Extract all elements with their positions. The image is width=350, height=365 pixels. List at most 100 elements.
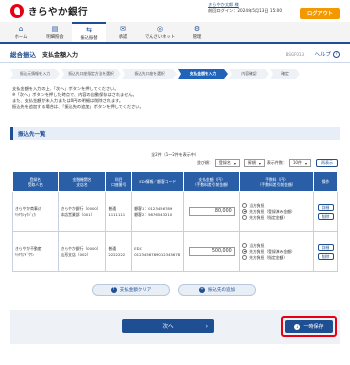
step-1: 振込元情報を入力	[10, 69, 60, 79]
nav-label: でんさいネット	[144, 34, 176, 40]
up-arrow-icon: ↑	[110, 287, 117, 293]
nav-label: ホーム	[14, 34, 28, 40]
statement-icon: ▤	[51, 24, 59, 33]
fee-option[interactable]: 先方負担（登録済み金額）	[242, 249, 311, 254]
nav-home[interactable]: ⌂ ホーム	[4, 22, 38, 42]
nav-label: 明細照会	[46, 34, 64, 40]
delete-button[interactable]: 削除	[317, 252, 334, 260]
approval-icon: ✉	[120, 24, 126, 33]
fee-option[interactable]: 当方負担	[242, 243, 311, 248]
sort-field-select[interactable]: 登録名	[214, 159, 240, 167]
col-header-account: 科目 口座番号	[105, 171, 133, 192]
sort-label: 並び順：	[196, 160, 213, 165]
logout-button[interactable]: ログアウト	[300, 8, 340, 19]
radio-icon[interactable]	[242, 202, 248, 208]
fee-option[interactable]: 当方負担	[242, 203, 311, 208]
cell-bank: きらやか銀行（0000） 山形支店（002）	[57, 231, 107, 272]
page-subtitle: 支払金額入力	[42, 51, 79, 59]
cell-amount: 500,000	[183, 231, 241, 272]
step-6: 確定	[270, 69, 300, 79]
nav-label: 振込振替	[80, 35, 98, 41]
download-icon: ↓	[294, 323, 301, 330]
payee-name: ｷﾗﾔｶｼｮｳｼﾞ(ｶ	[15, 211, 36, 217]
payee-name: ｷﾗﾔｶﾌﾄﾞｳｻﾝ	[15, 251, 34, 257]
cell-fee: 当方負担 先方負担（登録済み金額） 先方負担（指定金額）	[239, 231, 314, 272]
col-header-ops: 操作	[313, 171, 338, 192]
cell-account: 普通 1111111	[105, 191, 133, 232]
transfer-icon: ⇆	[86, 25, 92, 34]
help-icon: ?	[333, 50, 340, 58]
result-count: 全2件（1〜2件を表示中）	[151, 152, 199, 157]
add-payee-button[interactable]: + 振込先の追加	[178, 284, 256, 296]
payee-table: 登録名 受取人名 金融機関名 支店名 科目 口座番号 EDI情報／顧客コード 支払金額…	[12, 171, 338, 272]
table-header-row: 登録名 受取人名 金融機関名 支店名 科目 口座番号 EDI情報／顧客コード 支払金額…	[12, 171, 338, 192]
fee-option[interactable]: 先方負担（指定金額）	[242, 215, 311, 221]
nav-label: 承認	[118, 34, 128, 40]
fee-option[interactable]: 先方負担（指定金額）	[242, 255, 311, 261]
bank-logo[interactable]: きらやか銀行	[10, 4, 88, 18]
cell-name: きらやか不動産 ｷﾗﾔｶﾌﾄﾞｳｻﾝ	[12, 231, 59, 272]
temp-save-button[interactable]: ↓ 一時保存	[285, 320, 333, 333]
gear-icon: ⚙	[193, 24, 201, 33]
nav-densai[interactable]: ◎ でんさいネット	[140, 22, 180, 42]
page-title: 総合振込	[10, 51, 36, 59]
radio-icon[interactable]	[242, 242, 248, 248]
col-header-fee: 手数料（円） （手数料差引前金額）	[239, 171, 314, 192]
cell-account: 普通 2222222	[105, 231, 133, 272]
nav-label: 管理	[192, 34, 202, 40]
step-5: 内容確認	[229, 69, 269, 79]
fee-option[interactable]: 先方負担（登録済み金額）	[242, 209, 311, 214]
cell-edi: EDI： 0123456789012345678	[131, 231, 185, 272]
sort-controls: 並び順： 登録名 昇順 表示件数： 10件 再表示	[197, 159, 338, 167]
sort-order-select[interactable]: 昇順	[243, 159, 265, 167]
nav-approval[interactable]: ✉ 承認	[106, 22, 140, 42]
detail-button[interactable]: 詳細	[317, 203, 334, 211]
chevron-right-icon: ›	[205, 322, 208, 330]
nav-transfer[interactable]: ⇆ 振込振替	[72, 22, 106, 42]
bank-name: きらやか銀行	[28, 7, 89, 18]
clear-amount-button[interactable]: ↑ 支払金額クリア	[92, 284, 170, 296]
user-info: きらやか太郎 様 前回ログイン：2024年5月13日 15:00	[208, 2, 282, 13]
instruction-line: 振込先を追加する場合は、「振込先の追加」ボタンを押してください。	[12, 104, 144, 109]
global-nav: ⌂ ホーム ▤ 明細照会 ⇆ 振込振替 ✉ 承認 ◎ でんさいネット ⚙ 管理	[0, 22, 350, 44]
account-number: 2222222	[108, 251, 126, 257]
next-button[interactable]: 次へ ›	[122, 319, 214, 333]
bank-logo-icon	[10, 4, 24, 18]
cell-fee: 当方負担 先方負担（登録済み金額） 先方負担（指定金額）	[239, 191, 314, 232]
table-row: きらやか不動産 ｷﾗﾔｶﾌﾄﾞｳｻﾝ きらやか銀行（0000） 山形支店（002…	[12, 231, 338, 272]
cell-name: きらやか商事(ｶ ｷﾗﾔｶｼｮｳｼﾞ(ｶ	[12, 191, 59, 232]
home-icon: ⌂	[18, 24, 24, 33]
customer-code: 0123456789012345678	[134, 251, 181, 257]
radio-icon[interactable]	[242, 215, 248, 221]
plus-icon: +	[199, 287, 205, 293]
col-header-bank: 金融機関名 支店名	[57, 171, 107, 192]
instructions: 支払金額を入力の上、「次へ」ボタンを押してください。 ※「次へ」ボタンを押した時…	[12, 86, 332, 110]
branch-name: 本店営業部（001）	[60, 211, 95, 217]
step-4-current: 支払金額を入力	[178, 69, 228, 79]
page-title-bar: 総合振込 支払金額入力 BSGF013 ヘルプ ?	[0, 46, 350, 63]
per-page-select[interactable]: 10件	[288, 159, 311, 167]
detail-button[interactable]: 詳細	[317, 243, 334, 251]
radio-selected-icon[interactable]	[242, 248, 248, 254]
per-page-label: 表示件数：	[266, 160, 287, 165]
branch-name: 山形支店（002）	[60, 251, 91, 257]
nav-statements[interactable]: ▤ 明細照会	[38, 22, 72, 42]
delete-button[interactable]: 削除	[317, 212, 334, 220]
last-login: 前回ログイン：2024年5月13日 15:00	[208, 7, 282, 13]
cell-amount: 80,000	[183, 191, 241, 232]
redisplay-button[interactable]: 再表示	[316, 159, 338, 167]
bank-name: きらやか銀行（0000）	[60, 246, 101, 252]
amount-input[interactable]: 80,000	[188, 207, 235, 216]
col-header-name: 登録名 受取人名	[12, 171, 59, 192]
radio-icon[interactable]	[242, 255, 248, 261]
cell-bank: きらやか銀行（0000） 本店営業部（001）	[57, 191, 107, 232]
nav-admin[interactable]: ⚙ 管理	[180, 22, 214, 42]
help-link[interactable]: ヘルプ ?	[314, 50, 340, 58]
step-3: 振込先口座を選択	[122, 69, 177, 79]
cell-edi: 顧客1：0123456789 顧客2：9876543210	[131, 191, 185, 232]
cell-ops: 詳細 削除	[313, 191, 338, 232]
account-number: 1111111	[108, 211, 126, 217]
amount-input[interactable]: 500,000	[188, 247, 235, 256]
section-title: 振込先一覧	[10, 127, 340, 140]
radio-selected-icon[interactable]	[242, 208, 248, 214]
